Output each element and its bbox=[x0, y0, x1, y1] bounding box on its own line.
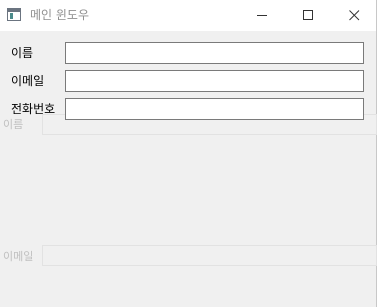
close-button[interactable] bbox=[331, 0, 377, 31]
minimize-button[interactable] bbox=[239, 0, 285, 31]
background-email-label: 이메일 bbox=[3, 250, 34, 263]
maximize-button[interactable] bbox=[285, 0, 331, 31]
app-window-icon bbox=[7, 8, 21, 21]
email-input[interactable] bbox=[65, 70, 364, 92]
close-icon bbox=[349, 10, 360, 21]
phone-label: 전화번호 bbox=[11, 102, 56, 116]
main-window: 메인 윈도우 이름 이메일 이름 이메일 전화번호 bbox=[0, 0, 377, 307]
minimize-icon bbox=[257, 15, 267, 16]
window-title: 메인 윈도우 bbox=[30, 8, 90, 22]
name-input[interactable] bbox=[65, 42, 364, 64]
background-name-label: 이름 bbox=[3, 118, 24, 131]
background-email-field bbox=[42, 245, 377, 266]
title-bar[interactable]: 메인 윈도우 bbox=[0, 0, 376, 31]
phone-input[interactable] bbox=[65, 98, 364, 120]
maximize-icon bbox=[303, 10, 313, 20]
email-label: 이메일 bbox=[11, 74, 45, 88]
name-label: 이름 bbox=[11, 46, 34, 60]
